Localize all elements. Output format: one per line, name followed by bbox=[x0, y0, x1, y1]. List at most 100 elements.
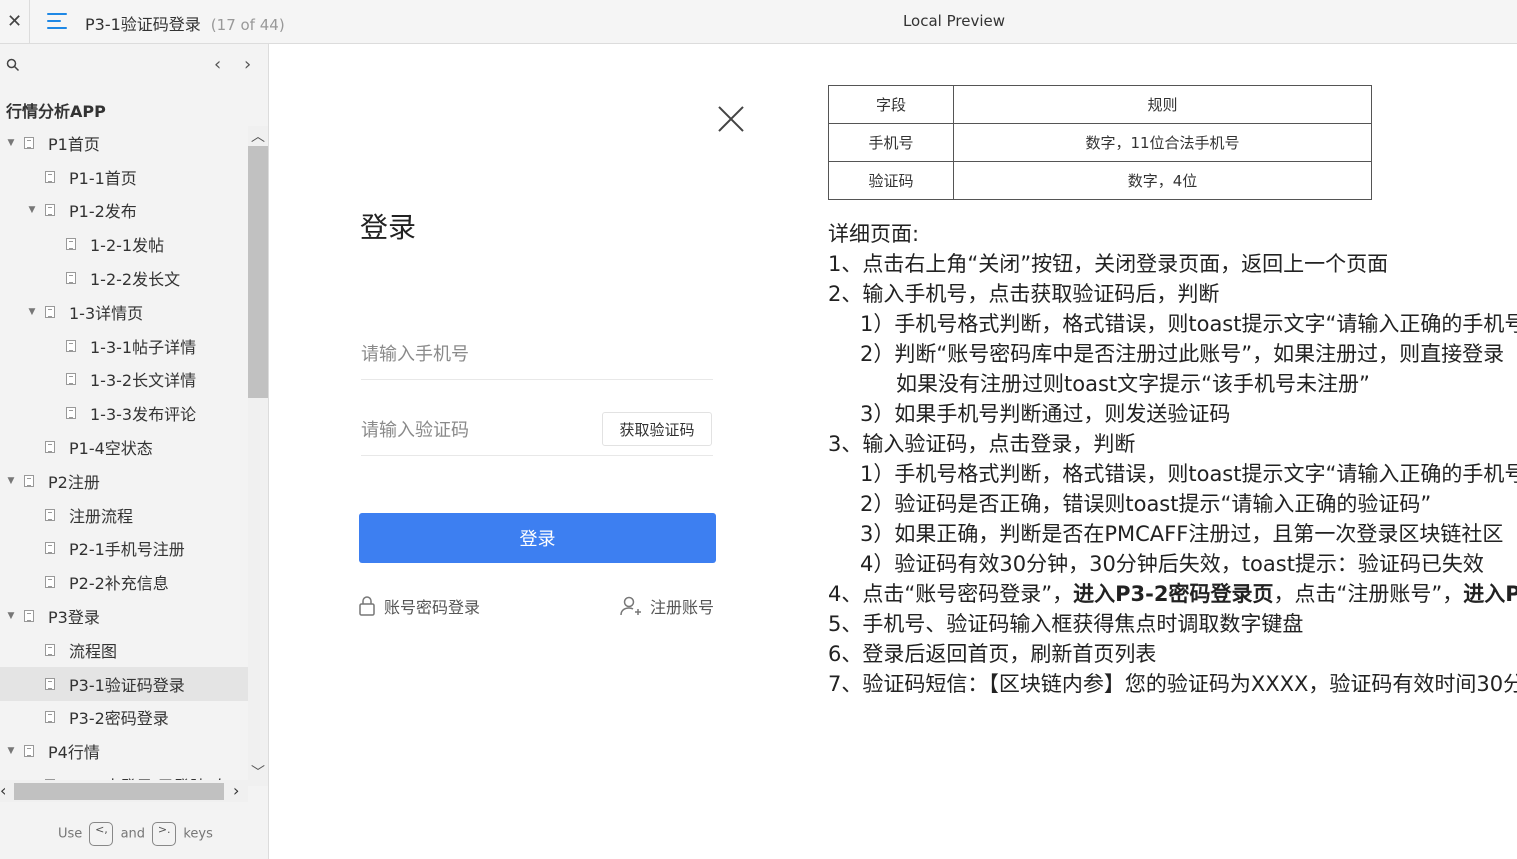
table-header: 规则 bbox=[953, 85, 1372, 124]
page-link[interactable]: 进入P3-2密码登录页 bbox=[1073, 582, 1273, 606]
sidebar: ‹ › 行情分析APP ▼ P1首页 P1-1首页 ▼ P1-2发布 1-2-1发帖 1-2… bbox=[0, 44, 269, 859]
table-cell: 数字，4位 bbox=[953, 161, 1372, 200]
search-icon[interactable] bbox=[6, 58, 20, 72]
keyboard-hint: Use <, and >. keys bbox=[58, 822, 213, 846]
code-input[interactable] bbox=[361, 410, 591, 450]
sidebar-item[interactable]: 1-3-2长文详情 bbox=[0, 363, 248, 397]
sidebar-item-label: 1-3-1帖子详情 bbox=[90, 337, 197, 357]
get-code-button[interactable]: 获取验证码 bbox=[602, 412, 712, 446]
page-title: P3-1验证码登录 (17 of 44) bbox=[85, 11, 285, 35]
hint-text: Use bbox=[58, 826, 83, 842]
sidebar-item[interactable]: 注册流程 bbox=[0, 498, 248, 532]
page-link[interactable]: 进入P2-1手机号注册 bbox=[1463, 582, 1517, 606]
sidebar-item[interactable]: 1-3-3发布评论 bbox=[0, 396, 248, 430]
sidebar-item-label: 1-2-2发长文 bbox=[90, 270, 181, 290]
sidebar-item-label: 1-3-2长文详情 bbox=[90, 371, 197, 391]
desc-subline: 1）手机号格式判断，格式错误，则toast提示文字“请输入正确的手机号” bbox=[860, 462, 1517, 486]
description-text: 详细页面: 1、点击右上角“关闭”按钮，关闭登录页面，返回上一个页面 2、输入手… bbox=[828, 219, 1517, 699]
desc-subline: 2）判断“账号密码库中是否注册过此账号”，如果注册过，则直接登录 bbox=[860, 342, 1505, 366]
desc-subline: 4）验证码有效30分钟，30分钟后失效，toast提示：验证码已失效 bbox=[860, 552, 1484, 576]
scroll-up-icon[interactable]: ︿ bbox=[251, 126, 265, 146]
tree-horizontal-scrollbar[interactable]: ‹ › bbox=[0, 780, 248, 802]
page-icon bbox=[24, 745, 34, 758]
sidebar-item[interactable]: P2-2补充信息 bbox=[0, 565, 248, 599]
sidebar-item-label: P1-4空状态 bbox=[69, 439, 153, 459]
sidebar-item-label: 1-3-3发布评论 bbox=[90, 405, 197, 425]
table-cell: 验证码 bbox=[828, 161, 954, 200]
lock-icon bbox=[359, 596, 375, 616]
sidebar-item[interactable]: ▼ P1-2发布 bbox=[0, 194, 248, 228]
caret-down-icon[interactable]: ▼ bbox=[27, 205, 37, 215]
key-prev: <, bbox=[89, 822, 114, 846]
sidebar-item-label: P1首页 bbox=[48, 134, 100, 154]
sidebar-item[interactable]: ▼ P4行情 bbox=[0, 734, 248, 768]
caret-down-icon[interactable]: ▼ bbox=[6, 611, 16, 621]
page-icon bbox=[45, 542, 55, 555]
page-icon bbox=[45, 305, 55, 318]
table-cell: 手机号 bbox=[828, 123, 954, 162]
page-count: (17 of 44) bbox=[210, 16, 285, 34]
page-icon bbox=[66, 373, 76, 386]
preview-label: Local Preview bbox=[902, 12, 1006, 30]
sidebar-item[interactable]: 1-3-1帖子详情 bbox=[0, 329, 248, 363]
sidebar-item-label: 注册流程 bbox=[69, 506, 134, 526]
login-close-icon[interactable] bbox=[718, 106, 744, 132]
scrollbar-thumb[interactable] bbox=[248, 146, 268, 398]
desc-subline: 3）如果手机号判断通过，则发送验证码 bbox=[860, 402, 1231, 426]
sidebar-item[interactable]: ▼ P1首页 bbox=[0, 126, 248, 160]
sidebar-item-label: P3-1验证码登录 bbox=[69, 675, 185, 695]
scroll-right-icon[interactable]: › bbox=[233, 781, 239, 800]
desc-text: ，点击“注册账号”， bbox=[1273, 582, 1464, 606]
sidebar-item-label: P1-1首页 bbox=[69, 168, 137, 188]
sidebar-item[interactable]: 1-2-1发帖 bbox=[0, 227, 248, 261]
caret-down-icon[interactable]: ▼ bbox=[6, 138, 16, 148]
register-link[interactable]: 注册账号 bbox=[620, 594, 714, 618]
chevron-right-icon[interactable]: › bbox=[244, 54, 251, 75]
desc-line: 3、输入验证码，点击登录，判断 bbox=[828, 432, 1136, 456]
hint-text: keys bbox=[183, 826, 213, 842]
chevron-left-icon[interactable]: ‹ bbox=[214, 54, 221, 75]
sidebar-item-label: P1-2发布 bbox=[69, 202, 137, 222]
caret-down-icon[interactable]: ▼ bbox=[6, 746, 16, 756]
page-icon bbox=[24, 610, 34, 623]
sidebar-item[interactable]: ▼ P2注册 bbox=[0, 464, 248, 498]
sidebar-item-label: P3登录 bbox=[48, 608, 100, 628]
sidebar-toolbar: ‹ › bbox=[0, 44, 268, 88]
sidebar-item[interactable]: P3-1验证码登录 bbox=[0, 666, 248, 701]
scroll-left-icon[interactable]: ‹ bbox=[0, 781, 6, 800]
page-icon bbox=[66, 272, 76, 285]
login-title: 登录 bbox=[360, 211, 417, 244]
desc-text: 4、点击“账号密码登录”， bbox=[828, 582, 1074, 606]
page-tree: ▼ P1首页 P1-1首页 ▼ P1-2发布 1-2-1发帖 1-2-2发长文 ▼ 1-3详情页… bbox=[0, 126, 248, 786]
tree-vertical-scrollbar[interactable]: ︿ ﹀ bbox=[248, 126, 268, 786]
desc-heading: 详细页面: bbox=[828, 222, 920, 246]
caret-down-icon[interactable]: ▼ bbox=[27, 307, 37, 317]
menu-icon[interactable] bbox=[47, 12, 67, 30]
sidebar-item[interactable]: 流程图 bbox=[0, 633, 248, 667]
table-header: 字段 bbox=[828, 85, 954, 124]
sidebar-item-label: P2-1手机号注册 bbox=[69, 540, 185, 560]
scrollbar-thumb[interactable] bbox=[14, 783, 224, 800]
scroll-down-icon[interactable]: ﹀ bbox=[251, 762, 265, 782]
desc-line: 7、验证码短信：【区块链内参】您的验证码为XXXX，验证码有效时间30分钟 bbox=[828, 672, 1517, 696]
sidebar-item-label: P4行情 bbox=[48, 743, 100, 763]
page-icon bbox=[45, 170, 55, 183]
sidebar-item[interactable]: P3-2密码登录 bbox=[0, 701, 248, 735]
sidebar-item[interactable]: P1-4空状态 bbox=[0, 430, 248, 464]
sidebar-item-label: P2-2补充信息 bbox=[69, 574, 169, 594]
table-row: 手机号 数字，11位合法手机号 bbox=[828, 123, 1372, 162]
sidebar-item[interactable]: ▼ P3登录 bbox=[0, 599, 248, 633]
password-login-link[interactable]: 账号密码登录 bbox=[358, 594, 480, 618]
sidebar-item[interactable]: 1-2-2发长文 bbox=[0, 261, 248, 295]
page-title-text: P3-1验证码登录 bbox=[85, 15, 201, 34]
caret-down-icon[interactable]: ▼ bbox=[6, 476, 16, 486]
table-header-row: 字段 规则 bbox=[828, 85, 1372, 124]
project-name: 行情分析APP bbox=[6, 102, 106, 121]
sidebar-item[interactable]: P1-1首页 bbox=[0, 160, 248, 194]
sidebar-item[interactable]: ▼ 1-3详情页 bbox=[0, 295, 248, 329]
close-icon[interactable]: ✕ bbox=[0, 0, 30, 43]
login-button[interactable]: 登录 bbox=[359, 513, 716, 563]
desc-subline: 3）如果正确，判断是否在PMCAFF注册过，且第一次登录区块链社区 bbox=[860, 522, 1504, 546]
sidebar-item[interactable]: P2-1手机号注册 bbox=[0, 532, 248, 566]
phone-input[interactable] bbox=[361, 334, 591, 374]
